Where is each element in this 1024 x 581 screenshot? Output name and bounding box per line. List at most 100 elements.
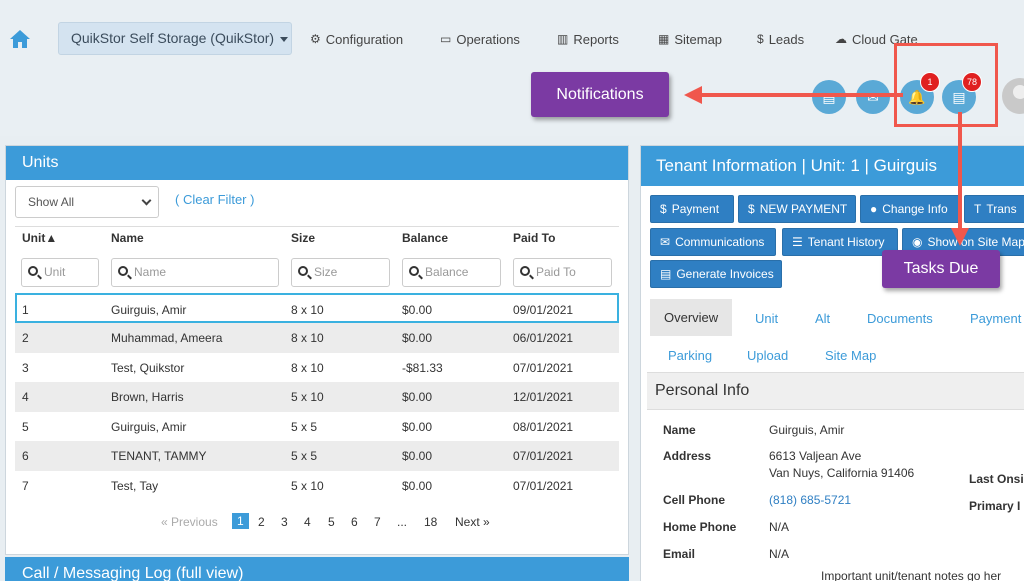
cell-phone-link[interactable]: (818) 685-5721 <box>769 493 851 507</box>
tab-upload[interactable]: Upload <box>747 348 788 363</box>
cell-name: Guirguis, Amir <box>111 303 187 317</box>
nav-configuration[interactable]: ⚙ Configuration <box>310 30 403 48</box>
gears-icon: ⚙ <box>310 32 321 46</box>
nav-configuration-label: Configuration <box>325 31 404 47</box>
document-icon: ▤ <box>660 267 672 281</box>
pagination-page-18[interactable]: 18 <box>424 515 437 529</box>
nav-sitemap-label: Sitemap <box>674 31 723 47</box>
address-line-2: Van Nuys, California 91406 <box>769 466 915 480</box>
nav-sitemap[interactable]: ▦ Sitemap <box>658 30 722 48</box>
transfer-button[interactable]: T Trans <box>964 195 1024 223</box>
chat-button[interactable]: ▤ <box>812 80 846 114</box>
map-icon: ▦ <box>658 32 670 46</box>
pagination-next[interactable]: Next » <box>455 515 490 529</box>
pagination-page-2[interactable]: 2 <box>258 515 265 529</box>
size-search-placeholder: Size <box>314 265 338 279</box>
pagination-previous[interactable]: « Previous <box>161 515 218 529</box>
table-row[interactable]: 7 Test, Tay 5 x 10 $0.00 07/01/2021 <box>15 471 619 501</box>
call-messaging-log-title[interactable]: Call / Messaging Log (full view) <box>5 557 629 581</box>
pagination-page-6[interactable]: 6 <box>351 515 358 529</box>
cell-unit: 3 <box>22 360 29 375</box>
pagination-page-4[interactable]: 4 <box>304 515 311 529</box>
pagination-page-3[interactable]: 3 <box>281 515 288 529</box>
address-line-1: 6613 Valjean Ave <box>769 449 862 463</box>
transfer-button-label: Trans <box>986 202 1017 216</box>
show-on-site-map-button-label: Show on Site Map <box>927 235 1024 249</box>
cell-unit: 7 <box>22 478 29 493</box>
nav-operations[interactable]: ▭ Operations <box>440 30 520 48</box>
paid-to-search-input[interactable]: Paid To <box>513 258 612 287</box>
table-row[interactable]: 6 TENANT, TAMMY 5 x 5 $0.00 07/01/2021 <box>15 441 619 471</box>
nav-reports-label: Reports <box>573 31 619 47</box>
generate-invoices-button-label: Generate Invoices <box>676 267 774 281</box>
nav-reports[interactable]: ▥ Reports <box>557 30 619 48</box>
dollar-icon: $ <box>660 202 667 216</box>
pagination-page-1[interactable]: 1 <box>232 513 249 529</box>
notifications-callout: Notifications <box>531 72 669 117</box>
cell-balance: $0.00 <box>402 419 433 434</box>
primary-label: Primary I <box>969 499 1021 513</box>
nav-leads[interactable]: $ Leads <box>757 30 804 48</box>
cell-unit: 4 <box>22 390 29 404</box>
envelope-icon: ✉ <box>660 235 671 249</box>
table-row[interactable]: 2 Muhammad, Ameera 8 x 10 $0.00 06/01/20… <box>15 323 619 353</box>
table-row[interactable]: 1 Guirguis, Amir 8 x 10 $0.00 09/01/2021 <box>15 293 619 323</box>
column-header-balance[interactable]: Balance <box>402 231 448 245</box>
cloud-gate-icon: ☁ <box>835 32 847 46</box>
tab-documents[interactable]: Documents <box>867 311 933 326</box>
unit-filter-select[interactable]: Show All <box>15 186 159 218</box>
tab-overview[interactable]: Overview <box>650 299 733 336</box>
cell-name: Muhammad, Ameera <box>111 331 223 345</box>
communications-button[interactable]: ✉ Communications <box>650 228 776 256</box>
tenant-history-button[interactable]: ☰ Tenant History <box>782 228 898 256</box>
table-row[interactable]: 4 Brown, Harris 5 x 10 $0.00 12/01/2021 <box>15 382 619 412</box>
new-payment-button[interactable]: $ NEW PAYMENT <box>738 195 856 223</box>
email-label: Email <box>663 547 696 561</box>
cell-paid-to: 07/01/2021 <box>513 478 574 493</box>
unit-search-input[interactable]: Unit <box>21 258 99 287</box>
table-row[interactable]: 5 Guirguis, Amir 5 x 5 $0.00 08/01/2021 <box>15 412 619 442</box>
search-icon <box>298 266 308 276</box>
table-header-divider <box>15 226 619 227</box>
communications-button-label: Communications <box>675 235 765 249</box>
tenant-panel-title: Tenant Information | Unit: 1 | Guirguis <box>641 146 1024 186</box>
payment-button[interactable]: $ Payment <box>650 195 734 223</box>
generate-invoices-button[interactable]: ▤ Generate Invoices <box>650 260 782 288</box>
cell-paid-to: 08/01/2021 <box>513 419 574 434</box>
home-icon[interactable] <box>9 29 31 49</box>
table-row[interactable]: 3 Test, Quikstor 8 x 10 -$81.33 07/01/20… <box>15 353 619 383</box>
name-search-input[interactable]: Name <box>111 258 279 287</box>
tab-site-map[interactable]: Site Map <box>825 348 876 363</box>
tab-unit[interactable]: Unit <box>755 311 778 326</box>
tab-parking[interactable]: Parking <box>668 348 712 363</box>
cell-paid-to: 06/01/2021 <box>513 331 574 345</box>
balance-search-input[interactable]: Balance <box>402 258 501 287</box>
facility-dropdown[interactable]: QuikStor Self Storage (QuikStor) <box>58 22 292 55</box>
pagination-page-5[interactable]: 5 <box>328 515 335 529</box>
avatar[interactable] <box>1002 78 1024 114</box>
search-icon <box>118 266 128 276</box>
column-header-size[interactable]: Size <box>291 231 315 245</box>
size-search-input[interactable]: Size <box>291 258 390 287</box>
change-info-button-label: Change Info <box>882 202 948 216</box>
tab-payment[interactable]: Payment <box>970 311 1021 326</box>
text-icon: T <box>974 202 982 216</box>
column-header-unit[interactable]: Unit▲ <box>22 231 57 245</box>
pagination-page-7[interactable]: 7 <box>374 515 381 529</box>
cell-balance: $0.00 <box>402 449 433 463</box>
column-header-name[interactable]: Name <box>111 231 144 245</box>
tab-alt[interactable]: Alt <box>815 311 830 326</box>
units-panel: Units Show All ( Clear Filter ) Unit▲ Na… <box>5 145 629 555</box>
change-info-button[interactable]: ● Change Info <box>860 195 960 223</box>
search-icon <box>520 266 530 276</box>
dollar-icon: $ <box>757 32 764 46</box>
messages-button[interactable]: ✉ <box>856 80 890 114</box>
clear-filter-link[interactable]: ( Clear Filter ) <box>175 192 254 207</box>
new-payment-button-label: NEW PAYMENT <box>759 202 848 216</box>
cell-size: 8 x 10 <box>291 360 324 375</box>
home-phone-label: Home Phone <box>663 520 737 534</box>
notes-field[interactable]: Important unit/tenant notes go her <box>821 569 1001 581</box>
column-header-paid-to[interactable]: Paid To <box>513 231 555 245</box>
name-label: Name <box>663 423 696 437</box>
cell-balance: $0.00 <box>402 331 433 345</box>
